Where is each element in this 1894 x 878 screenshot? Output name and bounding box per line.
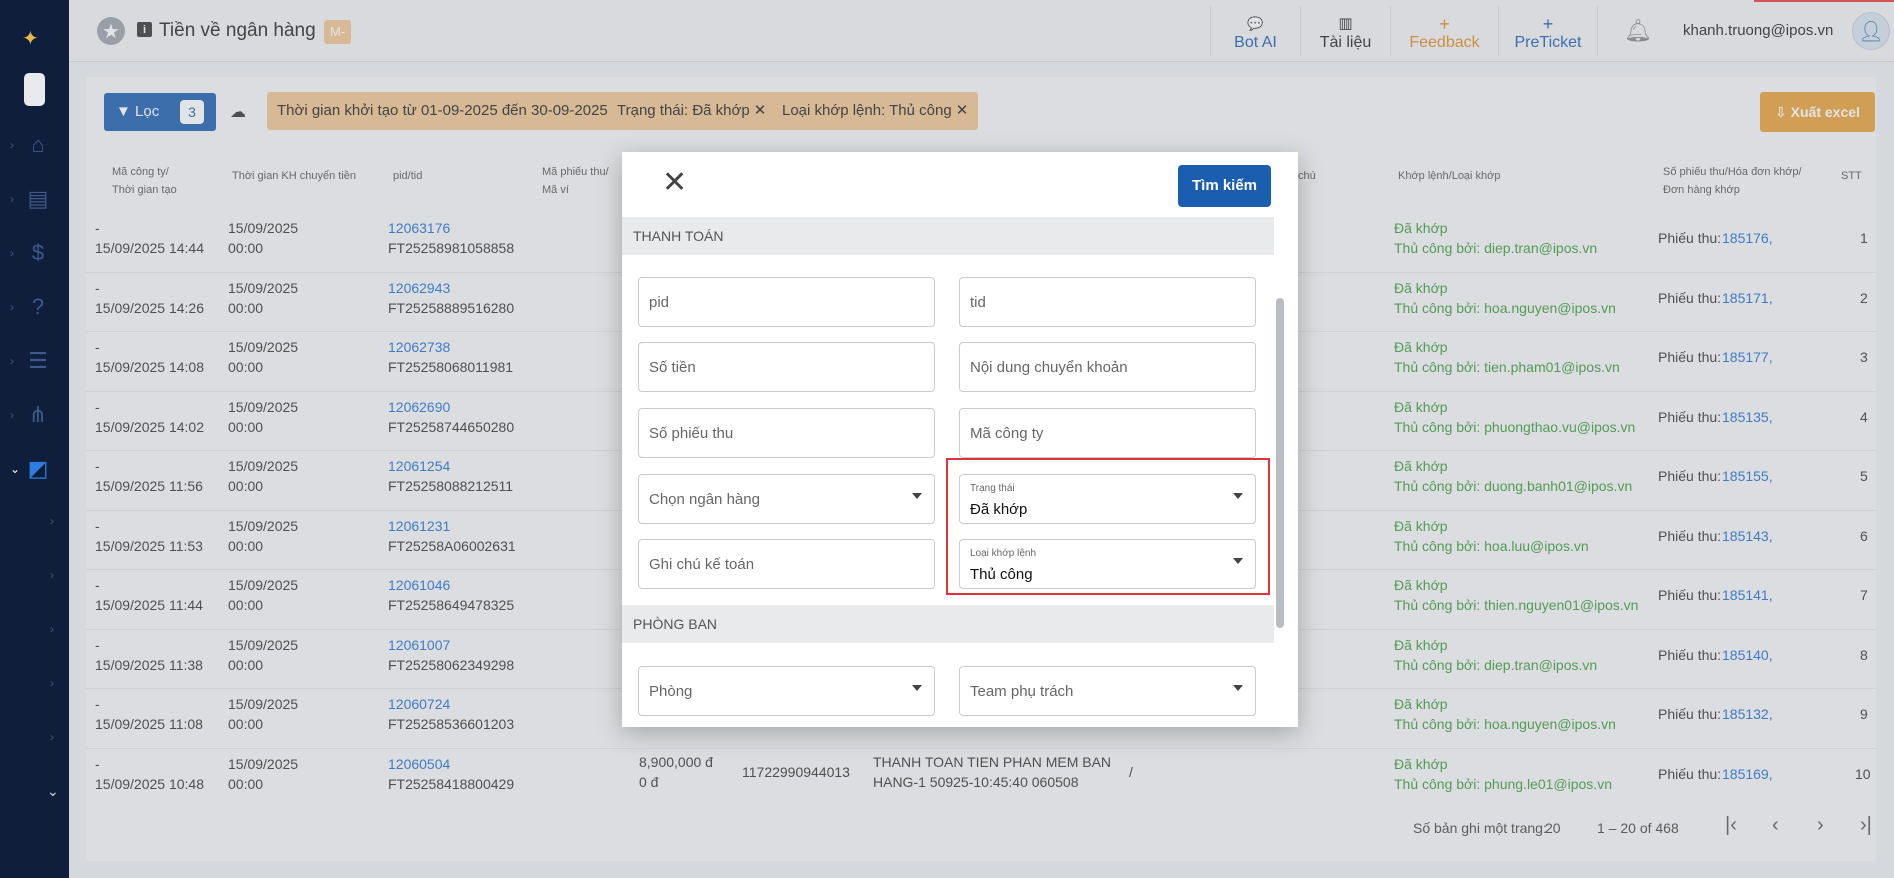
chevron-down-icon[interactable]: ⌄ bbox=[47, 783, 59, 800]
receipt-number-input[interactable]: Số phiếu thu bbox=[638, 408, 935, 458]
dollar-icon: $ bbox=[31, 240, 45, 265]
dropdown-arrow-icon bbox=[912, 685, 922, 691]
section-payment: THANH TOÁN bbox=[622, 217, 1274, 255]
network-icon: ⋔ bbox=[28, 402, 48, 427]
sidebar-item[interactable]: › ☰ bbox=[0, 347, 69, 377]
sidebar-item[interactable]: › ⌂ bbox=[0, 131, 69, 161]
search-button[interactable]: Tìm kiếm bbox=[1178, 165, 1271, 207]
section-department: PHÒNG BAN bbox=[622, 605, 1274, 643]
list-icon: ☰ bbox=[28, 348, 48, 373]
chevron-down-icon: ⌄ bbox=[10, 462, 21, 476]
sidebar-item[interactable]: ›? bbox=[0, 293, 69, 323]
sidebar-item[interactable]: › ⋔ bbox=[0, 401, 69, 431]
placeholder: tid bbox=[970, 294, 986, 311]
placeholder: Số phiếu thu bbox=[649, 425, 734, 442]
placeholder: Mã công ty bbox=[970, 425, 1044, 442]
highlight-box bbox=[946, 458, 1270, 595]
logo-icon: ✦ bbox=[22, 28, 39, 50]
chart-icon: ▤ bbox=[27, 186, 49, 211]
sidebar-item[interactable]: › ▤ bbox=[0, 185, 69, 215]
chevron-right-icon: › bbox=[10, 138, 14, 152]
placeholder: Chọn ngân hàng bbox=[649, 491, 760, 508]
home-icon: ⌂ bbox=[31, 132, 45, 157]
placeholder: pid bbox=[649, 294, 670, 311]
help-icon: ? bbox=[31, 294, 45, 319]
company-code-input[interactable]: Mã công ty bbox=[959, 408, 1256, 458]
tid-input[interactable]: tid bbox=[959, 277, 1256, 327]
placeholder: Team phụ trách bbox=[970, 683, 1074, 700]
sidebar-toggle[interactable] bbox=[24, 73, 45, 106]
placeholder: Nội dung chuyển khoản bbox=[970, 359, 1128, 376]
amount-input[interactable]: Số tiền bbox=[638, 342, 935, 392]
sidebar-item[interactable]: ⌄ ◩ bbox=[0, 455, 69, 485]
chevron-right-icon[interactable]: › bbox=[50, 568, 54, 582]
chevron-right-icon[interactable]: › bbox=[50, 676, 54, 690]
chevron-right-icon: › bbox=[10, 192, 14, 206]
dropdown-arrow-icon bbox=[1233, 685, 1243, 691]
accounting-note-input[interactable]: Ghi chú kế toán bbox=[638, 539, 935, 589]
placeholder: Số tiền bbox=[649, 359, 696, 376]
chevron-right-icon: › bbox=[10, 300, 14, 314]
chevron-right-icon[interactable]: › bbox=[50, 514, 54, 528]
modal-scrollbar[interactable] bbox=[1276, 298, 1284, 628]
filter-modal: ✕ Tìm kiếm THANH TOÁN pid tid Số tiền Nộ… bbox=[622, 152, 1298, 727]
pid-input[interactable]: pid bbox=[638, 277, 935, 327]
transfer-content-input[interactable]: Nội dung chuyển khoản bbox=[959, 342, 1256, 392]
chevron-right-icon[interactable]: › bbox=[50, 730, 54, 744]
department-select[interactable]: Phòng bbox=[638, 666, 935, 716]
dropdown-arrow-icon bbox=[912, 493, 922, 499]
placeholder: Phòng bbox=[649, 683, 693, 700]
report-icon: ◩ bbox=[27, 456, 49, 481]
chevron-right-icon[interactable]: › bbox=[50, 622, 54, 636]
close-icon[interactable]: ✕ bbox=[662, 168, 687, 198]
team-select[interactable]: Team phụ trách bbox=[959, 666, 1256, 716]
sidebar: ✦ › ⌂ › ▤ › $ ›? › ☰ › ⋔ ⌄ ◩ › › › › › ⌄ bbox=[0, 0, 69, 878]
sidebar-item[interactable]: › $ bbox=[0, 239, 69, 269]
chevron-right-icon: › bbox=[10, 354, 14, 368]
chevron-right-icon: › bbox=[10, 246, 14, 260]
bank-select[interactable]: Chọn ngân hàng bbox=[638, 474, 935, 524]
chevron-right-icon: › bbox=[10, 408, 14, 422]
placeholder: Ghi chú kế toán bbox=[649, 556, 755, 573]
